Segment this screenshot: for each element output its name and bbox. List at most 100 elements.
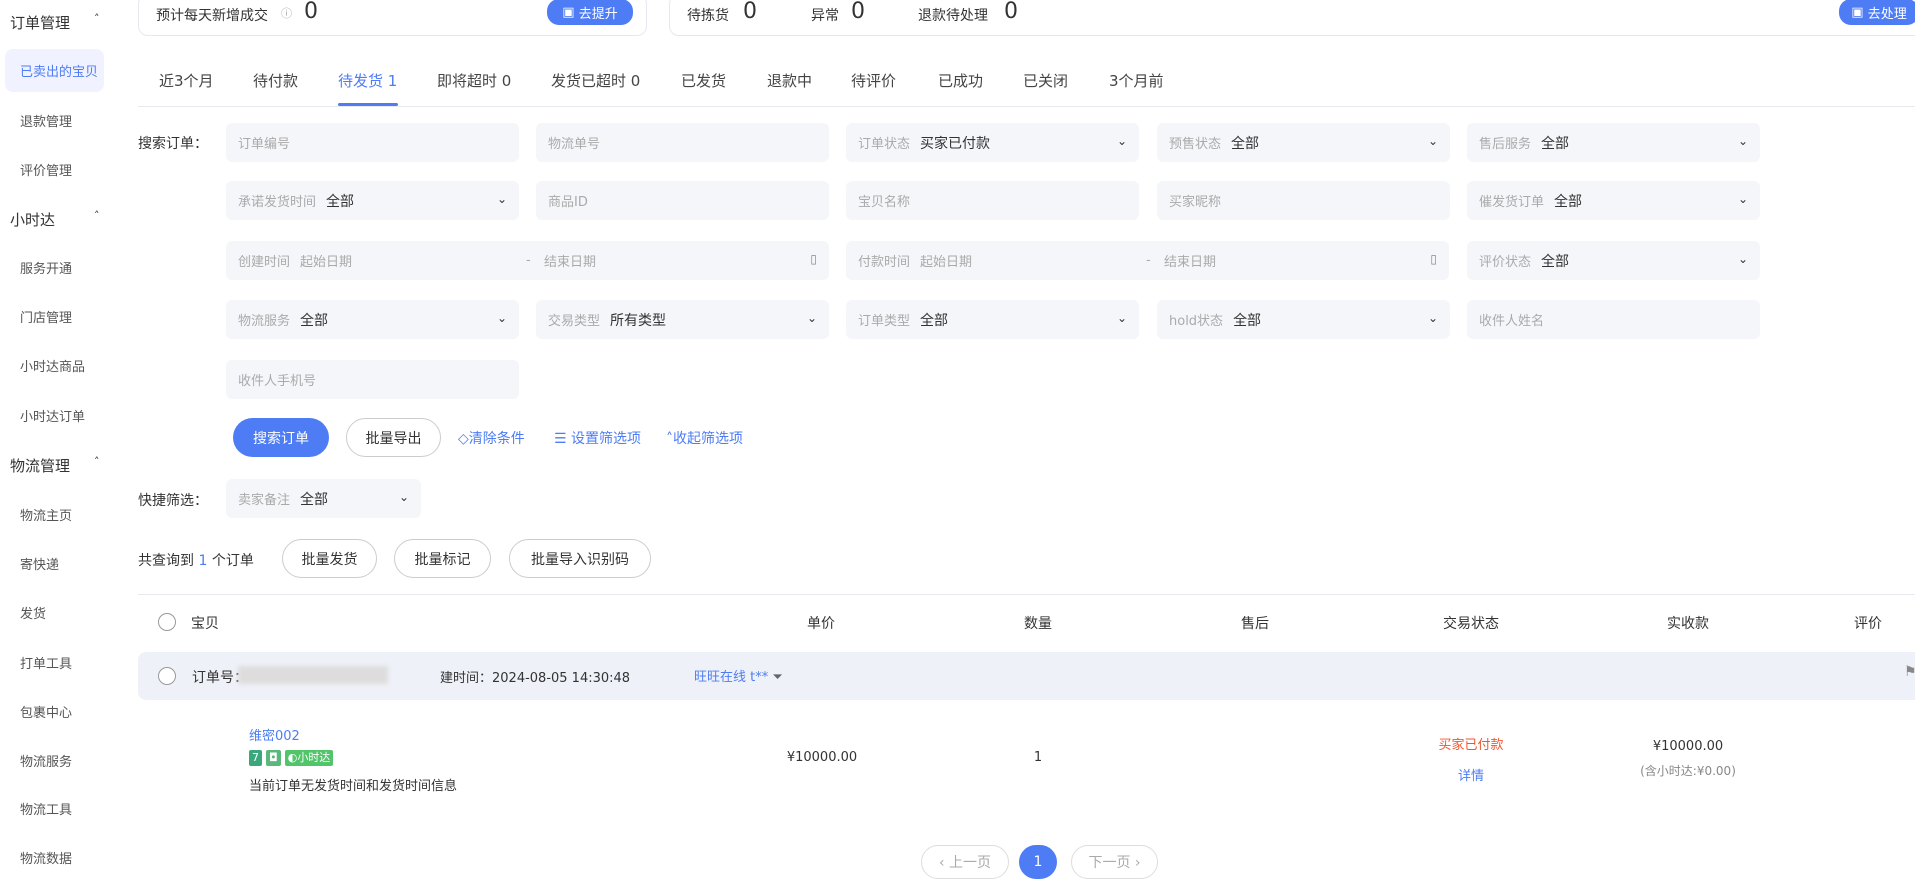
sidebar-item[interactable]: 评价管理 [20, 160, 72, 179]
field-value: 买家已付款 [920, 135, 991, 152]
tab[interactable]: 待评价 [851, 70, 896, 91]
sidebar-item[interactable]: 物流服务 [20, 751, 72, 770]
item-badges: 7 ◘ ◐小时达 [249, 749, 337, 766]
flag-icon[interactable]: ⚑ [1904, 664, 1915, 680]
rating-status-select[interactable]: 评价状态 全部 ⌄ [1467, 241, 1760, 280]
sidebar-item[interactable]: 物流数据 [20, 848, 72, 867]
sidebar-group-header[interactable]: 订单管理 ˄ [10, 12, 100, 33]
calendar-icon[interactable]: ▯ [1430, 252, 1437, 266]
sidebar-group-header[interactable]: 小时达 ˄ [10, 209, 100, 230]
result-count: 共查询到 1 个订单 [138, 550, 254, 570]
header-aftersale: 售后 [1241, 616, 1269, 632]
tab[interactable]: 待付款 [253, 70, 298, 91]
wangwang-link[interactable]: 旺旺在线 t** ⏷ [694, 666, 783, 685]
filter-input[interactable]: 买家昵称 [1157, 181, 1450, 220]
search-orders-button[interactable]: 搜索订单 [233, 418, 329, 457]
sidebar-item[interactable]: 打单工具 [20, 653, 72, 672]
sidebar-item[interactable]: 发货 [20, 603, 46, 622]
tab[interactable]: 即将超时 0 [437, 70, 511, 91]
filter-select[interactable]: 交易类型 所有类型 ⌄ [536, 300, 829, 339]
sidebar-group-header[interactable]: 物流管理 ˄ [10, 455, 100, 476]
field-label: 订单状态 [858, 137, 911, 152]
clear-label: 清除条件 [468, 431, 525, 447]
batch-export-button[interactable]: 批量导出 [346, 418, 441, 457]
header-rating: 评价 [1854, 616, 1882, 632]
next-page-button[interactable]: 下一页 › [1071, 845, 1158, 879]
date-label: 创建时间 [238, 255, 291, 270]
trade-status: 买家已付款 [1438, 738, 1504, 753]
filter-select[interactable]: 承诺发货时间 全部 ⌄ [226, 181, 519, 220]
select-all-checkbox[interactable] [158, 613, 176, 631]
field-value: 全部 [1231, 135, 1260, 152]
filter-select[interactable]: 催发货订单 全部 ⌄ [1467, 181, 1760, 220]
filter-input[interactable]: 宝贝名称 [846, 181, 1139, 220]
batch-mark-button[interactable]: 批量标记 [394, 539, 491, 578]
filter-input[interactable]: 订单编号 [226, 123, 519, 162]
sidebar-item[interactable]: 门店管理 [20, 307, 72, 326]
batch-import-code-button[interactable]: 批量导入识别码 [509, 539, 651, 578]
tab[interactable]: 退款中 [767, 70, 812, 91]
sidebar-item[interactable]: 包裹中心 [20, 702, 72, 721]
seller-note-select[interactable]: 卖家备注 全部 ⌄ [226, 479, 421, 518]
sidebar-item[interactable]: 小时达订单 [20, 406, 85, 425]
sidebar: 订单管理 ˄ 已卖出的宝贝退款管理评价管理小时达 ˄ 服务开通门店管理小时达商品小时达订… [0, 0, 122, 878]
tab[interactable]: 已发货 [681, 70, 726, 91]
seller-note-label: 卖家备注 [238, 493, 291, 508]
filter-select[interactable]: 物流服务 全部 ⌄ [226, 300, 519, 339]
batch-ship-button[interactable]: 批量发货 [282, 539, 377, 578]
sidebar-item[interactable]: 小时达商品 [20, 356, 85, 375]
filter-select[interactable]: hold状态 全部 ⌄ [1157, 300, 1450, 339]
filter-input[interactable]: 物流单号 [536, 123, 829, 162]
sidebar-group-title: 物流管理 [10, 457, 71, 475]
start-date[interactable]: 起始日期 [300, 251, 352, 270]
pick-label: 待拣货 [687, 8, 729, 24]
calendar-icon[interactable]: ▯ [810, 252, 817, 266]
tab[interactable]: 待发货 1 [338, 70, 397, 91]
filter-select[interactable]: 预售状态 全部 ⌄ [1157, 123, 1450, 162]
sidebar-item[interactable]: 退款管理 [20, 111, 72, 130]
page-1-button[interactable]: 1 [1019, 845, 1057, 879]
filter-select[interactable]: 订单状态 买家已付款 ⌄ [846, 123, 1139, 162]
paid-amount: ¥10000.00 [1652, 739, 1724, 754]
item-name-link[interactable]: 维密002 [249, 725, 300, 744]
filter-input[interactable]: 商品ID [536, 181, 829, 220]
list-icon: ☰ [554, 431, 572, 447]
handle-button[interactable]: ▣ 去处理 [1839, 0, 1915, 25]
field-value: 全部 [326, 193, 355, 210]
filter-select[interactable]: 订单类型 全部 ⌄ [846, 300, 1139, 339]
sidebar-item[interactable]: 物流工具 [20, 799, 72, 818]
filter-settings-link[interactable]: ☰ 设置筛选项 [554, 428, 641, 448]
result-number: 1 [198, 553, 208, 569]
order-checkbox[interactable] [158, 667, 176, 685]
tab[interactable]: 近3个月 [159, 70, 214, 91]
badge-label: 小时达 [297, 751, 331, 764]
improve-button[interactable]: ▣ 去提升 [547, 0, 633, 25]
date-range-picker[interactable]: 创建时间 起始日期 - 结束日期 ▯ [226, 241, 829, 280]
chevron-down-icon: ⌄ [1116, 311, 1127, 325]
end-date[interactable]: 结束日期 [544, 251, 596, 270]
start-date[interactable]: 起始日期 [920, 251, 972, 270]
tab[interactable]: 3个月前 [1109, 70, 1164, 91]
tab[interactable]: 已成功 [938, 70, 983, 91]
date-range-picker[interactable]: 付款时间 起始日期 - 结束日期 ▯ [846, 241, 1449, 280]
tab[interactable]: 已关闭 [1023, 70, 1068, 91]
chevron-down-icon: ⌄ [1427, 311, 1438, 325]
help-icon[interactable]: ⓘ [281, 5, 292, 21]
end-date[interactable]: 结束日期 [1164, 251, 1216, 270]
clear-conditions-link[interactable]: ◇清除条件 [458, 428, 525, 448]
filter-select[interactable]: 售后服务 全部 ⌄ [1467, 123, 1760, 162]
sidebar-item[interactable]: 物流主页 [20, 505, 72, 524]
tab[interactable]: 发货已超时 0 [551, 70, 640, 91]
filter-icon[interactable]: ⏷ [772, 670, 782, 685]
sidebar-item[interactable]: 服务开通 [20, 258, 72, 277]
collapse-filters-link[interactable]: ˄收起筛选项 [666, 428, 743, 448]
growth-value: 0 [304, 0, 318, 24]
field-value: 全部 [1541, 135, 1570, 152]
filter-input[interactable]: 收件人姓名 [1467, 300, 1760, 339]
sidebar-item[interactable]: 已卖出的宝贝 [5, 49, 104, 92]
prev-page-button[interactable]: ‹ 上一页 [921, 845, 1009, 879]
divider [138, 106, 1915, 107]
detail-link[interactable]: 详情 [1458, 765, 1484, 784]
sidebar-item[interactable]: 寄快递 [20, 554, 59, 573]
filter-input[interactable]: 收件人手机号 [226, 360, 519, 399]
